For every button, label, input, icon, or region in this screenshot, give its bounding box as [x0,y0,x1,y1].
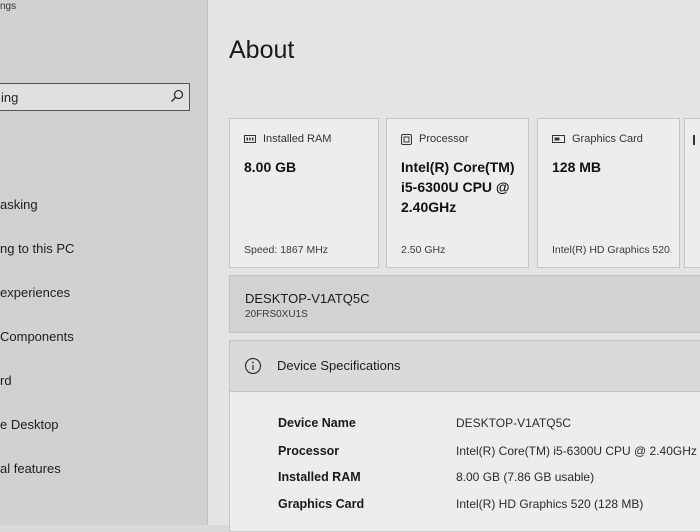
partial-card [684,118,700,268]
info-icon [244,357,262,375]
processor-card-footer: 2.50 GHz [401,244,446,256]
sidebar-item-clipboard[interactable]: rd [0,373,12,388]
device-name: DESKTOP-V1ATQ5C [245,291,370,306]
spec-value: DESKTOP-V1ATQ5C [456,416,571,430]
spec-value: Intel(R) Core(TM) i5-6300U CPU @ 2.40GHz [456,444,697,458]
search-icon[interactable] [169,88,185,104]
sidebar-item-shared-experiences[interactable]: experiences [0,285,70,300]
search-box[interactable]: ing [0,83,190,111]
ram-card-value: 8.00 GB [244,159,297,175]
sidebar-item-projecting[interactable]: ng to this PC [0,241,74,256]
processor-card: Processor Intel(R) Core(TM) i5-6300U CPU… [386,118,529,268]
spec-label: Graphics Card [278,497,365,511]
spec-label: Processor [278,444,340,458]
spec-value: Intel(R) HD Graphics 520 (128 MB) [456,497,644,511]
sidebar-item-multitasking[interactable]: asking [0,197,38,212]
graphics-card-icon [552,135,565,143]
graphics-card-footer: Intel(R) HD Graphics 520 [552,244,670,256]
processor-icon [401,133,412,145]
ram-card: Installed RAM 8.00 GB Speed: 1867 MHz [229,118,379,268]
spec-value: 8.00 GB (7.86 GB usable) [456,470,595,484]
device-name-panel[interactable]: DESKTOP-V1ATQ5C 20FRS0XU1S [229,275,700,333]
graphics-card-header: Graphics Card [572,133,643,145]
search-input[interactable]: ing [1,90,18,105]
processor-card-value: Intel(R) Core(TM) i5-6300U CPU @ 2.40GHz [401,157,515,217]
spec-label: Device Name [278,416,356,430]
sidebar-item-components[interactable]: Components [0,329,74,344]
device-model: 20FRS0XU1S [245,309,308,320]
sidebar-item-optional-features[interactable]: al features [0,461,61,476]
device-specifications-title: Device Specifications [277,358,401,373]
ram-card-header: Installed RAM [263,133,332,145]
ram-icon [244,135,256,143]
main-content: About Installed RAM 8.00 GB Speed: 1867 … [208,0,700,532]
processor-card-header: Processor [419,133,469,145]
page-title: About [229,36,295,64]
sidebar: ngs ing asking ng to this PC experiences… [0,0,208,525]
partial-card-icon [693,135,695,145]
processor-value-line: i5-6300U CPU @ [401,179,510,195]
device-specifications-header[interactable]: Device Specifications [229,340,700,392]
ram-card-footer: Speed: 1867 MHz [244,244,329,256]
graphics-card-value: 128 MB [552,159,602,175]
app-title: ngs [0,1,17,12]
spec-label: Installed RAM [278,470,361,484]
processor-value-line: 2.40GHz [401,199,457,215]
processor-value-line: Intel(R) Core(TM) [401,159,515,175]
graphics-card: Graphics Card 128 MB Intel(R) HD Graphic… [537,118,680,268]
device-specifications-table: Device Name DESKTOP-V1ATQ5C Processor In… [229,392,700,532]
sidebar-item-remote-desktop[interactable]: e Desktop [0,417,59,432]
